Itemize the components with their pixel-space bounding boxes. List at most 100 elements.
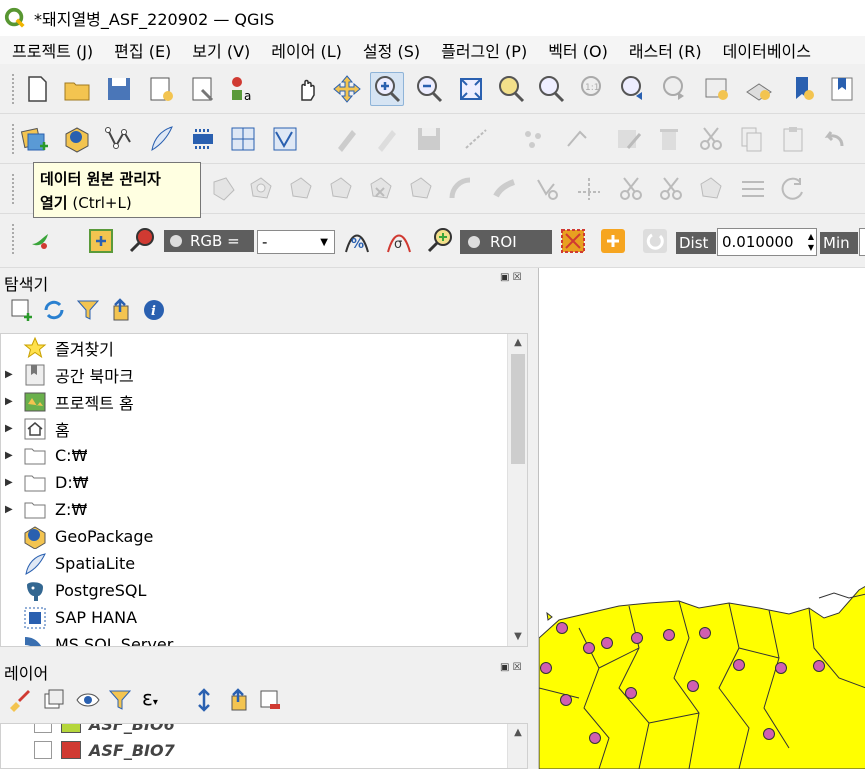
menu-plugins[interactable]: 플러그인 (P) — [429, 38, 536, 62]
browser-item-spatialite[interactable]: SpatiaLite — [1, 550, 511, 577]
new-virtual-layer-icon[interactable] — [226, 122, 260, 156]
current-edits-icon[interactable] — [330, 122, 364, 156]
save-layer-edits-icon[interactable] — [412, 122, 446, 156]
layout-manager-icon[interactable] — [186, 72, 220, 106]
layer-row[interactable]: ASF_BIO6 — [1, 724, 509, 737]
toolbar-handle[interactable] — [12, 224, 16, 254]
add-part-icon[interactable] — [284, 172, 318, 206]
float-panel-icon[interactable]: ▣ — [500, 272, 509, 283]
show-bookmarks-icon[interactable] — [826, 72, 860, 106]
menu-settings[interactable]: 설정 (S) — [351, 38, 429, 62]
manage-visibility-icon[interactable] — [76, 688, 100, 716]
new-mesh-layer-icon[interactable] — [268, 122, 302, 156]
menu-raster[interactable]: 래스터 (R) — [617, 38, 711, 62]
rgb-combo[interactable]: - ▼ — [257, 230, 335, 254]
add-selected-layers-icon[interactable] — [10, 298, 34, 326]
fill-ring-icon[interactable] — [324, 172, 358, 206]
scroll-up-icon[interactable]: ▲ — [508, 724, 527, 742]
delete-part-icon[interactable] — [404, 172, 438, 206]
float-panel-icon[interactable]: ▣ — [500, 662, 509, 673]
collapse-all-layers-icon[interactable] — [226, 688, 250, 716]
layer-styling-icon[interactable] — [8, 688, 32, 716]
toolbar-handle[interactable] — [12, 74, 16, 104]
add-ring-icon[interactable] — [244, 172, 278, 206]
new-map-view-icon[interactable] — [700, 72, 734, 106]
new-project-icon[interactable] — [20, 72, 54, 106]
browser-item-mssql[interactable]: MS SQL Server — [1, 631, 511, 646]
layers-scrollbar[interactable]: ▲ — [507, 724, 527, 768]
map-canvas[interactable] — [538, 268, 865, 769]
simplify-icon[interactable] — [572, 172, 606, 206]
scp-zoom-input-icon[interactable] — [126, 224, 160, 258]
expand-arrow-icon[interactable]: ▶ — [5, 369, 15, 380]
menu-project[interactable]: 프로젝트 (J) — [0, 38, 102, 62]
dist-spinbox[interactable]: 0.010000 ▲ ▼ — [717, 228, 817, 256]
style-manager-icon[interactable]: a — [226, 72, 260, 106]
data-source-manager-icon[interactable] — [18, 122, 52, 156]
rgb-radio-icon[interactable] — [170, 235, 182, 247]
split-features-icon[interactable] — [614, 172, 648, 206]
scp-redo-roi-icon[interactable] — [638, 224, 672, 258]
close-panel-icon[interactable]: ☒ — [513, 272, 522, 283]
collapse-all-icon[interactable] — [108, 298, 132, 326]
zoom-full-icon[interactable] — [454, 72, 488, 106]
new-shapefile-layer-icon[interactable] — [102, 122, 136, 156]
zoom-next-icon[interactable] — [658, 72, 692, 106]
scp-stretch-percent-icon[interactable]: % — [340, 224, 374, 258]
scp-add-roi-icon[interactable] — [596, 224, 630, 258]
scp-stretch-sigma-icon[interactable]: σ — [382, 224, 416, 258]
add-point-icon[interactable] — [516, 122, 550, 156]
close-panel-icon[interactable]: ☒ — [513, 662, 522, 673]
browser-item-home[interactable]: ▶ 홈 — [1, 415, 511, 442]
delete-selected-icon[interactable] — [652, 122, 686, 156]
zoom-to-layer-icon[interactable] — [534, 72, 568, 106]
browser-scrollbar[interactable]: ▲ ▼ — [507, 334, 527, 646]
zoom-out-icon[interactable] — [412, 72, 446, 106]
filter-legend-icon[interactable] — [108, 688, 132, 716]
menu-view[interactable]: 보기 (V) — [180, 38, 259, 62]
rotate-features-icon[interactable] — [530, 172, 564, 206]
save-project-icon[interactable] — [102, 72, 136, 106]
filter-expression-icon[interactable]: ε▾ — [142, 686, 158, 710]
expand-arrow-icon[interactable]: ▶ — [5, 477, 15, 488]
toolbar-handle[interactable] — [12, 174, 16, 204]
menu-vector[interactable]: 벡터 (O) — [536, 38, 617, 62]
new-memory-layer-icon[interactable] — [186, 122, 220, 156]
info-icon[interactable]: i — [142, 298, 166, 326]
split-parts-icon[interactable] — [654, 172, 688, 206]
reshape-icon[interactable] — [206, 172, 240, 206]
menu-layer[interactable]: 레이어 (L) — [259, 38, 351, 62]
browser-item-spatial-bookmarks[interactable]: ▶ 공간 북마크 — [1, 361, 511, 388]
filter-icon[interactable] — [76, 298, 100, 326]
new-bookmark-icon[interactable] — [786, 72, 820, 106]
roi-radio-icon[interactable] — [468, 236, 480, 248]
merge-attributes-icon[interactable] — [736, 172, 770, 206]
refresh-icon[interactable] — [42, 298, 66, 326]
zoom-to-selection-icon[interactable] — [494, 72, 528, 106]
expand-arrow-icon[interactable]: ▶ — [5, 504, 15, 515]
open-project-icon[interactable] — [60, 72, 94, 106]
digitize-line-icon[interactable] — [460, 122, 494, 156]
remove-layer-icon[interactable] — [258, 688, 282, 716]
delete-ring-icon[interactable] — [364, 172, 398, 206]
pan-to-selection-icon[interactable] — [330, 72, 364, 106]
zoom-last-icon[interactable] — [616, 72, 650, 106]
zoom-native-icon[interactable]: 1:1 — [576, 72, 610, 106]
menu-database[interactable]: 데이터베이스 — [711, 38, 820, 62]
layer-row[interactable]: ASF_BIO7 — [1, 737, 509, 763]
layer-visibility-checkbox[interactable] — [34, 724, 52, 733]
spin-arrows-icon[interactable]: ▲ ▼ — [808, 231, 814, 253]
toggle-editing-icon[interactable] — [370, 122, 404, 156]
add-geopackage-layer-icon[interactable] — [60, 122, 94, 156]
vertex-tool-icon[interactable] — [560, 122, 594, 156]
scroll-down-icon[interactable]: ▼ — [508, 628, 527, 646]
reverse-line-icon[interactable] — [488, 172, 522, 206]
panel-splitter[interactable] — [530, 268, 538, 769]
merge-features-icon[interactable] — [694, 172, 728, 206]
undo-icon[interactable] — [818, 122, 852, 156]
scp-create-roi-icon[interactable] — [556, 224, 590, 258]
zoom-in-icon[interactable] — [370, 72, 404, 106]
offset-curve-icon[interactable] — [444, 172, 478, 206]
toolbar-handle[interactable] — [12, 124, 16, 154]
expand-arrow-icon[interactable]: ▶ — [5, 450, 15, 461]
